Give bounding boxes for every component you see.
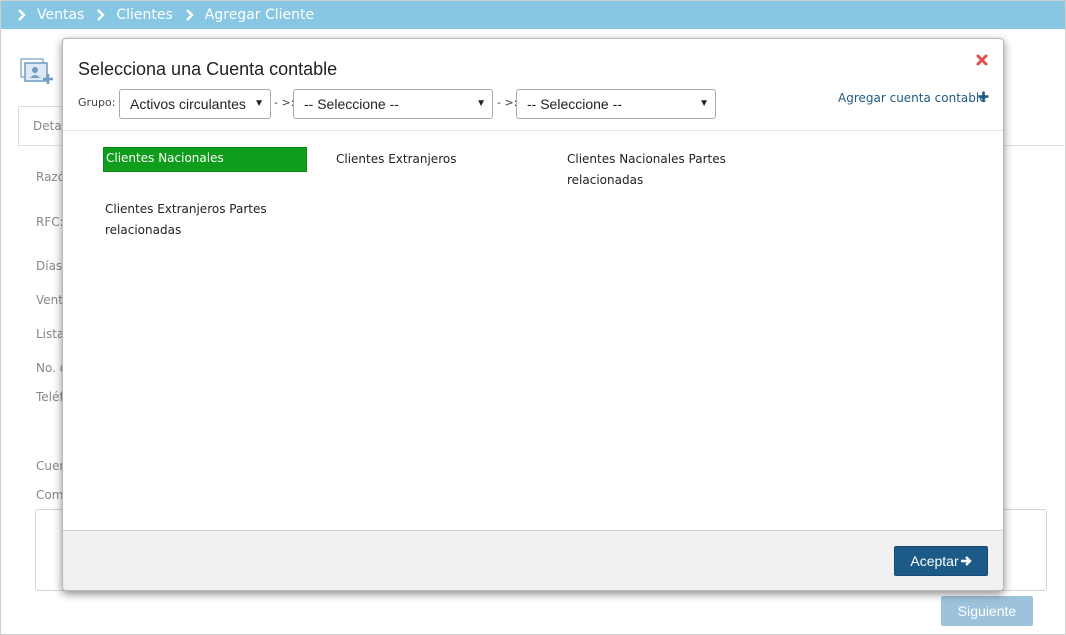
breadcrumb-label: Ventas [37,7,85,23]
grupo-select-value: Activos circulantes [130,96,246,112]
next-button[interactable]: Siguiente [941,596,1033,626]
breadcrumb-label: Clientes [116,7,173,23]
breadcrumb-label: Agregar Cliente [204,7,315,23]
chevron-right-icon [185,9,194,21]
account-option-clientes-extranjeros[interactable]: Clientes Extranjeros [334,149,544,170]
dropdown-arrow-icon: ▼ [699,98,709,109]
account-level-select-value: -- Seleccione -- [527,96,622,112]
arrow-right-icon [960,556,972,566]
breadcrumb-item-agregar-cliente: Agregar Cliente [183,7,324,23]
grupo-label: Grupo: [78,96,116,109]
field-label-razon: Razó [36,170,66,184]
subgroup-select[interactable]: -- Seleccione -- ▼ [293,89,493,119]
field-label-comentarios: Com [36,488,64,502]
modal-footer: Aceptar [63,530,1003,590]
grupo-select[interactable]: Activos circulantes ▼ [119,89,271,119]
account-option-clientes-nacionales-partes[interactable]: Clientes Nacionales Partes relacionadas [565,149,755,191]
close-icon[interactable] [975,53,989,67]
add-account-link[interactable]: Agregar cuenta contable [838,91,987,105]
tab-detalles[interactable]: Detal [18,106,66,146]
level-separator: - >: [274,96,295,109]
modal-title: Selecciona una Cuenta contable [78,59,338,79]
account-option-clientes-extranjeros-partes[interactable]: Clientes Extranjeros Partes relacionadas [103,199,293,241]
select-account-modal: Selecciona una Cuenta contable Grupo: Ac… [62,38,1004,591]
chevron-right-icon [97,9,106,21]
accept-button[interactable]: Aceptar [894,546,988,576]
field-label-rfc: RFC: [36,215,64,229]
field-label-lista: Lista [36,327,65,341]
dropdown-arrow-icon: ▼ [476,98,486,109]
tab-label: Detal [33,119,66,133]
level-separator: - >: [497,96,518,109]
field-label-ventas: Vent [36,293,63,307]
breadcrumb-item-clientes[interactable]: Clientes [94,7,182,23]
add-client-icon [20,58,53,84]
chevron-right-icon [18,9,26,21]
account-level-select[interactable]: -- Seleccione -- ▼ [516,89,716,119]
subgroup-select-value: -- Seleccione -- [304,96,399,112]
modal-divider [63,130,1003,131]
field-label-telefono: Teléf [36,390,64,404]
accept-button-label: Aceptar [910,553,959,569]
account-option-clientes-nacionales[interactable]: Clientes Nacionales [103,147,307,172]
breadcrumb-item-ventas[interactable]: Ventas [15,7,94,23]
breadcrumb: Ventas Clientes Agregar Cliente [1,1,1065,29]
field-label-dias: Días [36,259,63,273]
dropdown-arrow-icon: ▼ [254,98,264,109]
plus-icon[interactable] [978,91,989,102]
